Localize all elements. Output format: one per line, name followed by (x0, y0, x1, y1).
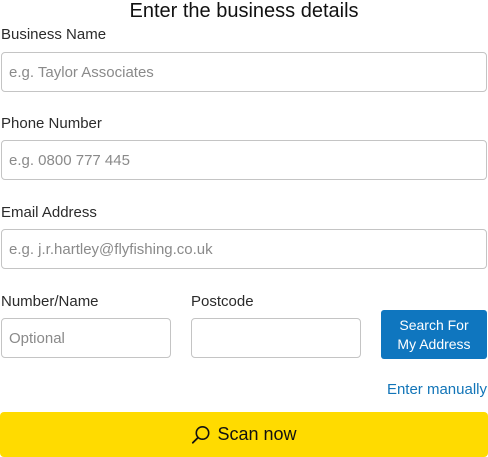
search-icon (191, 425, 211, 445)
business-details-form: Enter the business details Business Name… (0, 0, 488, 457)
form-title: Enter the business details (129, 0, 359, 22)
postcode-input[interactable] (191, 318, 361, 358)
business-name-input[interactable] (1, 52, 487, 92)
phone-number-input[interactable] (1, 140, 487, 180)
enter-manually-link[interactable]: Enter manually (387, 381, 487, 399)
postcode-label: Postcode (191, 293, 254, 310)
number-name-label: Number/Name (1, 293, 99, 310)
phone-number-label: Phone Number (1, 115, 102, 132)
scan-now-label: Scan now (217, 424, 297, 444)
email-address-input[interactable] (1, 229, 487, 269)
business-name-label: Business Name (1, 26, 107, 43)
number-name-input[interactable] (1, 318, 171, 358)
search-button-line1: Search For (399, 316, 469, 333)
search-for-address-button[interactable]: Search For My Address (381, 310, 487, 359)
email-address-label: Email Address (1, 204, 97, 221)
search-button-line2: My Address (397, 335, 471, 352)
scan-now-button[interactable]: Scan now (0, 412, 488, 457)
